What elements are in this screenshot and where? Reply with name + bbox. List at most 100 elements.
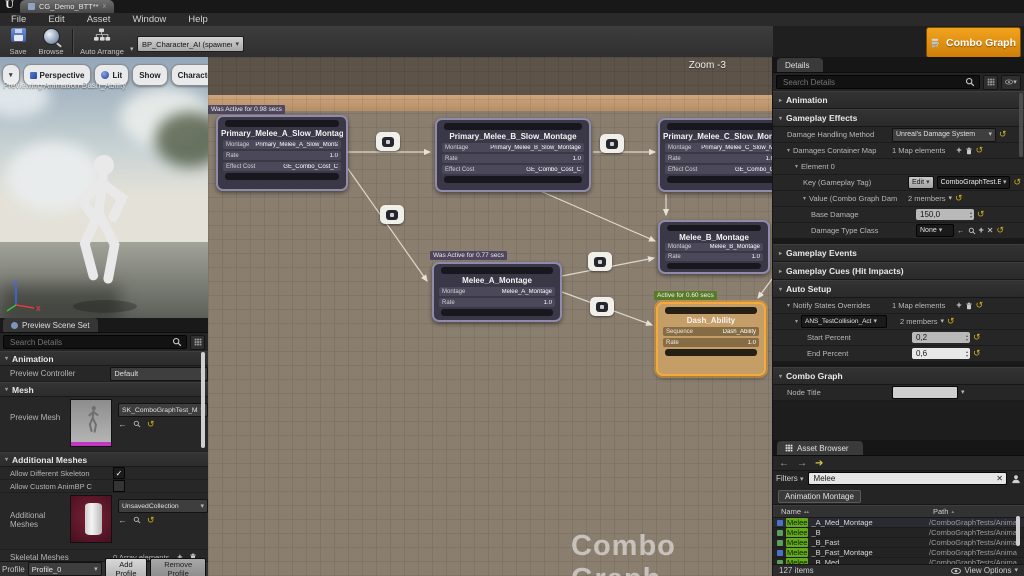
gameplay-tag-dropdown[interactable]: ComboGraphTest.Event.Montage.Hit▾ (936, 176, 1011, 189)
transition-node[interactable] (376, 132, 400, 151)
auto-arrange-button[interactable]: Auto Arrange (76, 28, 128, 56)
browse-to-asset-icon[interactable] (133, 420, 141, 428)
node-output-pin[interactable] (665, 349, 757, 356)
category-gameplay-cues[interactable]: ▸ Gameplay Cues (Hit Impacts) (773, 262, 1024, 280)
sync-arrow-icon[interactable]: ➔ (815, 458, 823, 469)
auto-arrange-dropdown[interactable]: ▾ (130, 38, 134, 56)
reset-icon[interactable]: ↺ (996, 226, 1004, 235)
tab-preview-scene-settings[interactable]: Preview Scene Set (3, 318, 98, 332)
reset-icon[interactable]: ↺ (977, 210, 985, 219)
preview-viewport[interactable]: ▾ Perspective Lit Show Character LOD Aut… (0, 57, 210, 318)
notify-state-class-dropdown[interactable]: ANS_TestCollision_Act ▾ (801, 315, 888, 328)
transition-node[interactable] (588, 252, 612, 271)
preview-actor-dropdown[interactable]: BP_Character_AI (spawned) ▾ (137, 36, 244, 52)
menu-edit[interactable]: Edit (37, 13, 75, 26)
reset-icon[interactable]: ↺ (973, 349, 981, 358)
allow-custom-animbp-checkbox[interactable] (113, 480, 125, 492)
details-grid-button[interactable] (983, 74, 998, 90)
reset-icon[interactable]: ↺ (947, 317, 955, 326)
scene-search-input[interactable] (8, 336, 169, 348)
details-search-input[interactable] (781, 76, 962, 88)
menu-help[interactable]: Help (177, 13, 219, 26)
graph-node-dash-ability[interactable]: Dash_Ability Sequence Dash_Ability Rate 1.… (656, 302, 766, 376)
reset-icon[interactable]: ↺ (1013, 178, 1021, 187)
end-percent-spinbox[interactable]: 0,6 ▴ ▾ (912, 348, 970, 359)
base-damage-spinbox[interactable]: 150,0 ▴ ▾ (916, 209, 974, 220)
graph-node-primary-melee-a[interactable]: Primary_Melee_A_Slow_Montage Montage Prim… (216, 115, 348, 191)
show-dropdown[interactable]: Show (132, 64, 168, 86)
category-gameplay-events[interactable]: ▸ Gameplay Events (773, 244, 1024, 262)
add-element-icon[interactable]: + (956, 301, 961, 310)
person-icon[interactable] (1011, 474, 1021, 484)
start-percent-spinbox[interactable]: 0,2 ▴ ▾ (912, 332, 970, 343)
scene-settings-grid-button[interactable] (190, 334, 205, 350)
node-output-pin[interactable] (441, 309, 553, 316)
use-selected-icon[interactable]: ← (118, 419, 127, 429)
details-scrollbar[interactable] (1019, 93, 1023, 157)
browse-button[interactable]: Browse (35, 28, 67, 56)
add-profile-button[interactable]: Add Profile (104, 558, 148, 576)
add-element-icon[interactable]: + (956, 146, 961, 155)
column-name[interactable]: Name ▴▴ (773, 507, 933, 516)
node-input-pin[interactable] (225, 120, 339, 127)
reset-icon[interactable]: ↺ (955, 194, 963, 203)
chevron-down-icon[interactable]: ▾ (961, 389, 965, 396)
reset-icon[interactable]: ↺ (973, 333, 981, 342)
use-selected-icon[interactable]: ← (957, 226, 965, 235)
transition-node[interactable] (600, 134, 624, 153)
scene-search-box[interactable] (3, 335, 187, 349)
category-combo-graph[interactable]: ▾ Combo Graph (773, 367, 1024, 385)
asset-editor-tab[interactable]: CG_Demo_BTT** x (20, 0, 115, 13)
column-path[interactable]: Path ▴ (933, 507, 954, 516)
transition-node[interactable] (590, 297, 614, 316)
node-title-input[interactable] (892, 386, 958, 399)
transition-node[interactable] (380, 205, 404, 224)
asset-row[interactable]: Melee _B /ComboGraphTests/Anima (773, 528, 1024, 538)
tab-asset-browser[interactable]: Asset Browser (777, 441, 863, 455)
filters-dropdown[interactable]: Filters ▾ (776, 474, 804, 483)
chevron-down-icon[interactable]: ▾ (949, 195, 953, 202)
node-input-pin[interactable] (665, 307, 757, 314)
asset-row[interactable]: Melee _B_Fast_Montage /ComboGraphTests/An… (773, 548, 1024, 558)
menu-file[interactable]: File (0, 13, 37, 26)
reset-icon[interactable]: ↺ (147, 515, 155, 525)
reset-icon[interactable]: ↺ (976, 146, 984, 155)
clear-search-icon[interactable]: ✕ (996, 474, 1003, 483)
edit-tag-button[interactable]: Edit ▾ (908, 176, 934, 189)
asset-list-scrollbar[interactable] (1016, 516, 1020, 546)
scene-category-mesh[interactable]: ▾ Mesh (0, 382, 208, 397)
asset-search-input[interactable] (811, 473, 994, 484)
reset-icon[interactable]: ↺ (976, 301, 984, 310)
forward-arrow-icon[interactable]: → (797, 458, 807, 469)
graph-node-primary-melee-c[interactable]: Primary_Melee_C_Slow_Mon Montage Primary_… (658, 118, 772, 192)
allow-different-skeleton-checkbox[interactable]: ✓ (113, 467, 125, 479)
node-input-pin[interactable] (667, 225, 761, 232)
graph-node-melee-a-montage[interactable]: Melee_A_Montage Montage Melee_A_Montage R… (432, 262, 562, 322)
scene-panel-scrollbar[interactable] (201, 352, 205, 448)
node-output-pin[interactable] (444, 176, 582, 183)
node-output-pin[interactable] (667, 262, 761, 269)
tab-details[interactable]: Details (777, 58, 824, 72)
asset-row[interactable]: Melee _A_Med_Montage /ComboGraphTests/Ani… (773, 518, 1024, 528)
details-search-box[interactable] (776, 75, 980, 89)
filter-chip-animation-montage[interactable]: Animation Montage (778, 490, 861, 503)
category-animation[interactable]: ▸ Animation (773, 91, 1024, 109)
node-output-pin[interactable] (225, 173, 339, 180)
scene-category-animation[interactable]: ▾ Animation (0, 351, 208, 366)
menu-asset[interactable]: Asset (76, 13, 122, 26)
damage-handling-dropdown[interactable]: Unreal's Damage System ▾ (892, 127, 996, 142)
preview-mesh-dropdown[interactable]: SK_ComboGraphTest_Mar▾ (118, 403, 208, 417)
trash-icon[interactable] (965, 302, 973, 310)
clear-icon[interactable]: ✕ (987, 226, 994, 235)
browse-to-asset-icon[interactable] (133, 516, 141, 524)
view-options-button[interactable]: View Options ▾ (951, 566, 1018, 576)
profile-dropdown[interactable]: Profile_0 ▾ (27, 562, 102, 576)
graph-node-primary-melee-b[interactable]: Primary_Melee_B_Slow_Montage Montage Prim… (435, 118, 591, 192)
save-button[interactable]: Save (2, 28, 34, 56)
chevron-down-icon[interactable]: ▾ (941, 318, 945, 325)
combo-graph-canvas[interactable]: Was Active for 0.98 secs Was Active for … (208, 57, 772, 576)
use-selected-icon[interactable]: ← (118, 515, 127, 525)
menu-window[interactable]: Window (121, 13, 177, 26)
tab-close-icon[interactable]: x (103, 3, 107, 10)
browse-to-asset-icon[interactable] (968, 227, 976, 235)
